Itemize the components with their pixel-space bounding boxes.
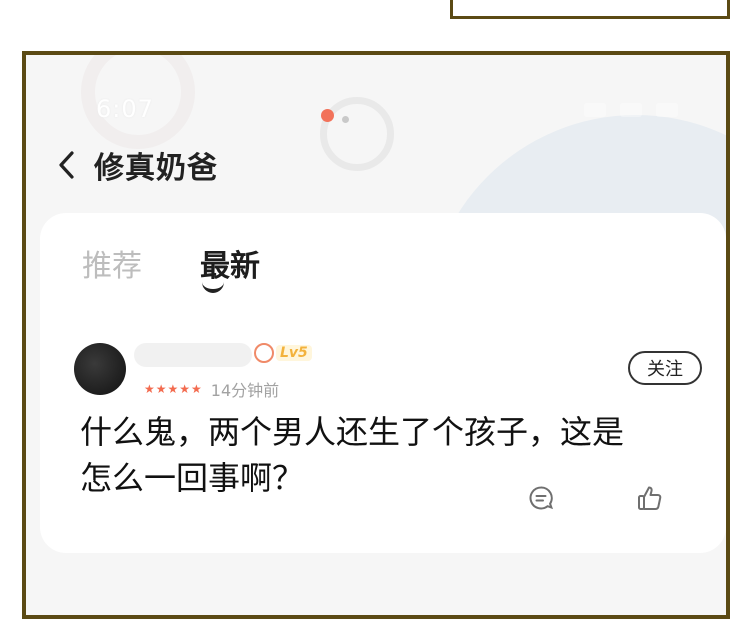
tab-latest[interactable]: 最新 (200, 241, 260, 285)
rating-stars: ★★★★★ (144, 382, 203, 396)
loading-spinner (320, 97, 394, 171)
page-title: 修真奶爸 (94, 151, 218, 186)
top-panel (450, 0, 730, 19)
screenshot-frame: 6:07 修真奶爸 推荐 最新 Lv5 ★★★★★ 14分钟前 关注 什么鬼，两… (22, 51, 730, 619)
level-face-icon (254, 343, 274, 363)
comment-time: 14分钟前 (210, 381, 280, 400)
loading-dot-grey (342, 116, 349, 123)
level-badge: Lv5 (254, 343, 312, 363)
tab-recommended[interactable]: 推荐 (82, 241, 142, 285)
follow-button[interactable]: 关注 (628, 351, 702, 385)
loading-dot-red (321, 109, 334, 122)
signal-icon (584, 103, 606, 117)
level-text: Lv5 (276, 345, 312, 361)
comment-meta: ★★★★★ 14分钟前 (144, 377, 279, 401)
thumbs-up-icon[interactable] (636, 484, 664, 516)
avatar[interactable] (74, 343, 126, 395)
back-arrow-icon[interactable] (56, 150, 76, 180)
reply-comment-icon[interactable] (528, 485, 554, 515)
comment-card: 推荐 最新 Lv5 ★★★★★ 14分钟前 关注 什么鬼，两个男人还生了个孩子，… (40, 213, 726, 553)
comment-text: 什么鬼，两个男人还生了个孩子，这是怎么一回事啊？ (80, 413, 625, 497)
tab-bar: 推荐 最新 (82, 241, 260, 285)
active-tab-indicator (202, 281, 224, 293)
header: 修真奶爸 (56, 143, 218, 187)
status-icons (584, 103, 678, 117)
battery-icon (656, 103, 678, 117)
wifi-icon (620, 103, 642, 117)
status-time: 6:07 (96, 95, 154, 123)
username-redacted (134, 343, 252, 367)
